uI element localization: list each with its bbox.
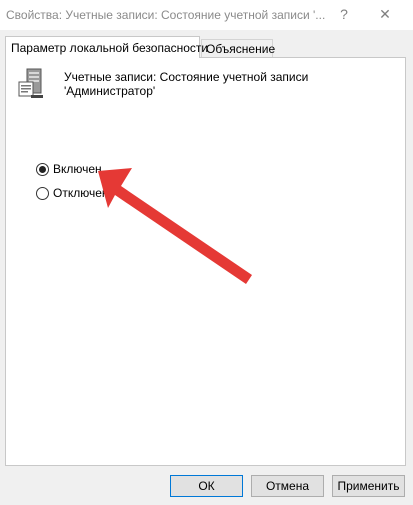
radio-disabled-indicator[interactable] <box>36 186 49 200</box>
radio-enabled-label[interactable]: Включен <box>53 162 102 176</box>
ok-button[interactable]: ОК <box>170 475 243 497</box>
server-policy-icon <box>18 68 43 98</box>
title-bar: Свойства: Учетные записи: Состояние учет… <box>0 0 413 30</box>
radio-enabled[interactable]: Включен <box>36 162 102 176</box>
help-button[interactable]: ? <box>336 5 352 23</box>
close-button[interactable]: ✕ <box>376 5 394 23</box>
radio-disabled[interactable]: Отключен <box>36 186 109 200</box>
radio-disabled-label[interactable]: Отключен <box>53 186 109 200</box>
tab-local-security-setting[interactable]: Параметр локальной безопасности <box>5 36 208 58</box>
tab-panel <box>5 57 406 466</box>
tab-explain[interactable]: Объяснение <box>201 39 275 58</box>
cancel-button[interactable]: Отмена <box>251 475 324 497</box>
apply-button[interactable]: Применить <box>332 475 405 497</box>
policy-name: Учетные записи: Состояние учетной записи… <box>64 70 309 98</box>
radio-enabled-indicator[interactable] <box>36 162 49 176</box>
window-title: Свойства: Учетные записи: Состояние учет… <box>6 8 326 22</box>
